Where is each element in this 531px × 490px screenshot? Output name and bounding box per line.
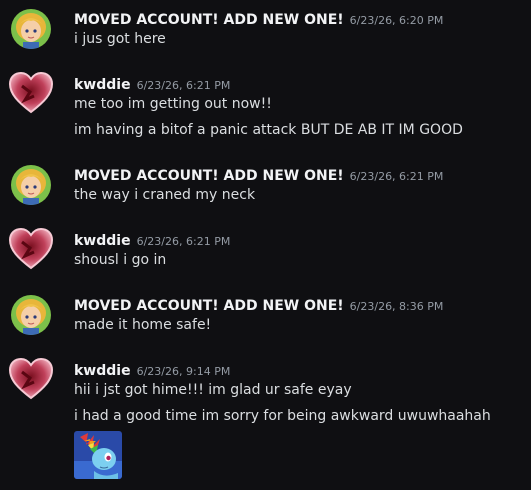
pink-heart-avatar[interactable] xyxy=(8,226,54,272)
message-text: made it home safe! xyxy=(74,317,212,333)
username[interactable]: MOVED ACCOUNT! ADD NEW ONE! xyxy=(74,168,344,184)
blonde-girl-avatar[interactable] xyxy=(11,295,51,335)
username[interactable]: kwddie xyxy=(74,77,131,93)
pink-heart-avatar[interactable] xyxy=(8,356,54,402)
message-text: hii i jst got hime!!! im glad ur safe ey… xyxy=(74,382,352,398)
blonde-girl-avatar[interactable] xyxy=(11,165,51,205)
message-header: kwddie 6/23/26, 6:21 PM xyxy=(74,74,230,94)
message-header: kwddie 6/23/26, 9:14 PM xyxy=(74,360,230,380)
message-text: shousl i go in xyxy=(74,252,167,268)
rainbow-dash-image-thumbnail[interactable] xyxy=(74,431,122,479)
message-text: im having a bitof a panic attack BUT DE … xyxy=(74,122,463,138)
chat-message-list: MOVED ACCOUNT! ADD NEW ONE! 6/23/26, 6:20… xyxy=(0,0,531,490)
message-header: MOVED ACCOUNT! ADD NEW ONE! 6/23/26, 6:21… xyxy=(74,165,443,185)
timestamp: 6/23/26, 6:21 PM xyxy=(136,235,231,248)
message-text: i jus got here xyxy=(74,31,166,47)
message-header: MOVED ACCOUNT! ADD NEW ONE! 6/23/26, 6:20… xyxy=(74,9,443,29)
username[interactable]: kwddie xyxy=(74,363,131,379)
username[interactable]: MOVED ACCOUNT! ADD NEW ONE! xyxy=(74,12,344,28)
pink-heart-avatar[interactable] xyxy=(8,70,54,116)
message-text: i had a good time im sorry for being awk… xyxy=(74,408,491,424)
timestamp: 6/23/26, 9:14 PM xyxy=(136,365,231,378)
username[interactable]: MOVED ACCOUNT! ADD NEW ONE! xyxy=(74,298,344,314)
message-text: me too im getting out now!! xyxy=(74,96,272,112)
blonde-girl-avatar[interactable] xyxy=(11,9,51,49)
message-header: kwddie 6/23/26, 6:21 PM xyxy=(74,230,230,250)
timestamp: 6/23/26, 6:21 PM xyxy=(136,79,231,92)
timestamp: 6/23/26, 8:36 PM xyxy=(349,300,444,313)
message-header: MOVED ACCOUNT! ADD NEW ONE! 6/23/26, 8:36… xyxy=(74,295,443,315)
username[interactable]: kwddie xyxy=(74,233,131,249)
timestamp: 6/23/26, 6:20 PM xyxy=(349,14,444,27)
timestamp: 6/23/26, 6:21 PM xyxy=(349,170,444,183)
message-text: the way i craned my neck xyxy=(74,187,256,203)
